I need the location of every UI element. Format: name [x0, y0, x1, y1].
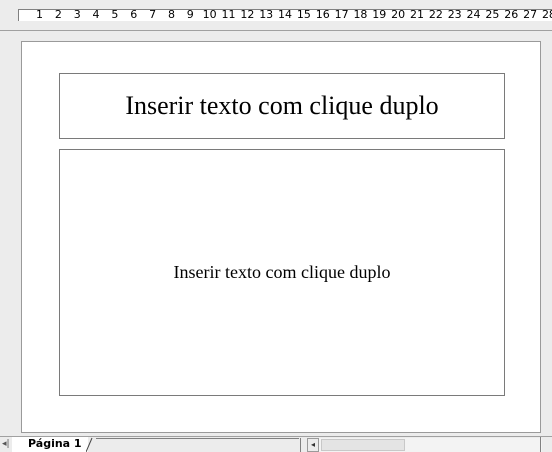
tab-pagina-1[interactable]: Página 1	[12, 437, 88, 452]
ruler-mark: 3	[73, 8, 81, 21]
scroll-left-arrow-icon[interactable]: ◂	[307, 438, 319, 452]
ruler-mark: 22	[428, 8, 443, 21]
tab-area-end	[300, 438, 301, 452]
ruler-mark: 27	[523, 8, 538, 21]
tab-nav-arrow-icon[interactable]: ◂|	[2, 439, 10, 449]
body-placeholder-box[interactable]: Inserir texto com clique duplo	[59, 149, 505, 396]
title-placeholder-text: Inserir texto com clique duplo	[125, 91, 439, 120]
tab-right-edge	[86, 437, 93, 452]
ruler-mark: 15	[296, 8, 311, 21]
ruler-mark: 6	[130, 8, 138, 21]
ruler-mark: 11	[221, 8, 236, 21]
ruler-mark: 10	[202, 8, 217, 21]
ruler-mark: 4	[92, 8, 100, 21]
ruler-mark: 25	[485, 8, 500, 21]
horizontal-ruler[interactable]: 1 2 3 4 5 6 7 8 9 10 11 12 13 14 15 16 17 18 19 20 21 22 23 24 2…	[0, 0, 552, 21]
ruler-mark: 28	[541, 8, 552, 21]
ruler-mark: 8	[167, 8, 175, 21]
title-placeholder-box[interactable]: Inserir texto com clique duplo	[59, 73, 505, 139]
ruler-mark: 7	[149, 8, 157, 21]
tab-empty-area	[96, 438, 299, 452]
ruler-mark: 1	[36, 8, 43, 21]
scrollbar-end	[540, 437, 541, 452]
ruler-mark: 2	[54, 8, 62, 21]
ruler-mark: 19	[372, 8, 387, 21]
ruler-mark: 23	[447, 8, 462, 21]
page-tab-bar: ◂| Página 1 ◂	[0, 436, 552, 452]
ruler-mark: 14	[278, 8, 293, 21]
ruler-mark: 20	[391, 8, 406, 21]
ruler-mark: 16	[315, 8, 330, 21]
ruler-mark: 24	[466, 8, 481, 21]
ruler-mark: 12	[240, 8, 255, 21]
ruler-mark: 9	[186, 8, 194, 21]
ruler-mark: 13	[259, 8, 274, 21]
body-placeholder-text: Inserir texto com clique duplo	[173, 262, 391, 282]
ruler-mark: 5	[111, 8, 119, 21]
ruler-mark: 21	[410, 8, 424, 21]
horizontal-scrollbar[interactable]: ◂	[307, 438, 542, 452]
ruler-mark: 18	[353, 8, 368, 21]
scrollbar-thumb[interactable]	[321, 439, 405, 451]
ruler-mark: 17	[334, 8, 349, 21]
ruler-mark: 26	[504, 8, 519, 21]
